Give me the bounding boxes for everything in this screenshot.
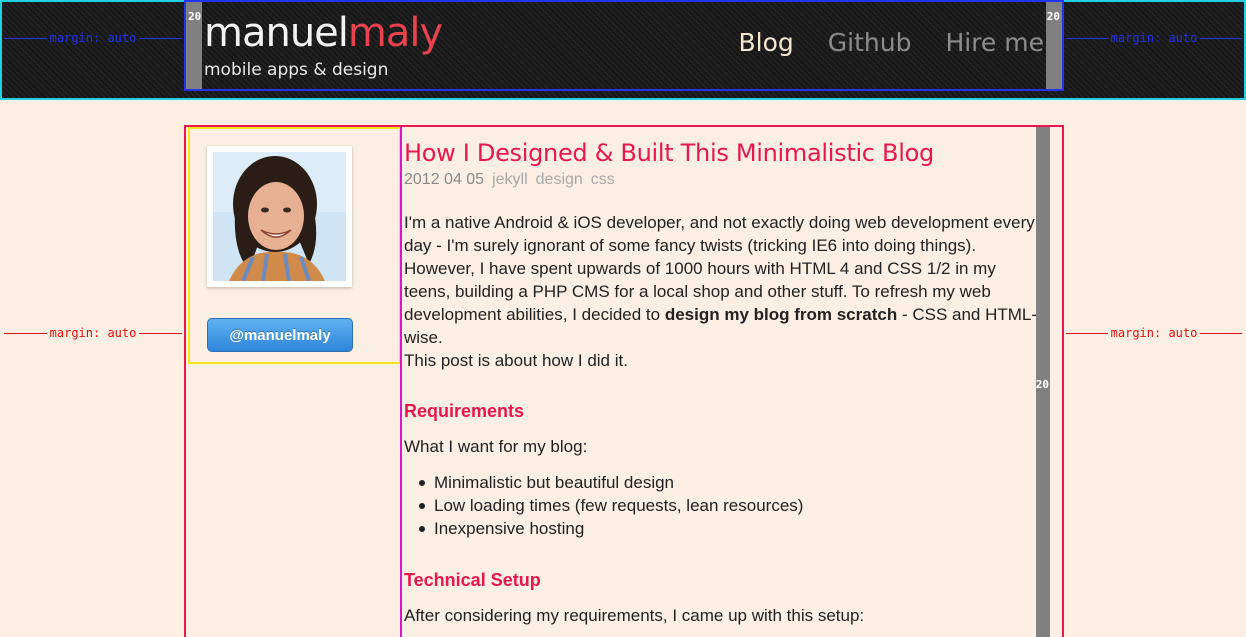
requirements-intro: What I want for my blog: [404, 437, 588, 456]
requirements-heading: Requirements [404, 401, 525, 421]
content-margin-right-marker: margin: auto [1066, 326, 1243, 340]
header-container: 20 20 manuelmaly mobile apps & design Bl… [184, 0, 1064, 91]
margin-label: margin: auto [1110, 31, 1198, 45]
nav-github[interactable]: Github [828, 28, 912, 57]
post-column: How I Designed & Built This Minimalistic… [400, 127, 1050, 637]
setup-heading: Technical Setup [404, 570, 541, 590]
main-nav: Blog Github Hire me [739, 28, 1045, 57]
margin-label: margin: auto [49, 31, 137, 45]
post-date: 2012 04 05 [404, 171, 485, 188]
nav-blog[interactable]: Blog [739, 28, 794, 57]
list-item: Minimalistic but beautiful design [418, 471, 803, 494]
post-meta: 2012 04 05 jekyll design css [404, 171, 615, 189]
intro-bold-text: design my blog from scratch [664, 305, 898, 324]
list-item: Inexpensive hosting [418, 517, 803, 540]
avatar [207, 146, 352, 287]
post-intro: I'm a native Android & iOS developer, an… [404, 211, 1044, 372]
post-tag-jekyll[interactable]: jekyll [492, 171, 528, 188]
avatar-photo [213, 152, 346, 281]
site-logo[interactable]: manuelmaly [204, 10, 443, 56]
site-tagline: mobile apps & design [204, 60, 389, 80]
nav-hire-me[interactable]: Hire me [945, 28, 1044, 57]
setup-intro: After considering my requirements, I cam… [404, 606, 865, 625]
margin-label: margin: auto [49, 326, 137, 340]
header-padding-left-label: 20 [188, 10, 202, 23]
post-tag-design[interactable]: design [536, 171, 583, 188]
content-container: @manuelmaly How I Designed & Built This … [184, 125, 1064, 637]
margin-label: margin: auto [1110, 326, 1198, 340]
content-padding-right-label: 20 [1035, 378, 1049, 391]
header-padding-right-label: 20 [1046, 10, 1060, 23]
requirements-list: Minimalistic but beautiful design Low lo… [418, 471, 804, 540]
twitter-button[interactable]: @manuelmaly [207, 318, 353, 352]
post-tag-css[interactable]: css [591, 171, 615, 188]
list-item: Low loading times (few requests, lean re… [418, 496, 804, 515]
logo-last-name: maly [347, 10, 443, 56]
intro-line-2: This post is about how I did it. [404, 351, 628, 370]
logo-first-name: manuel [204, 10, 349, 56]
header-margin-right-marker: margin: auto [1066, 31, 1243, 45]
header-margin-left-marker: margin: auto [4, 31, 183, 45]
sidebar: @manuelmaly [188, 127, 401, 364]
content-margin-left-marker: margin: auto [4, 326, 183, 340]
post-title[interactable]: How I Designed & Built This Minimalistic… [404, 139, 934, 167]
